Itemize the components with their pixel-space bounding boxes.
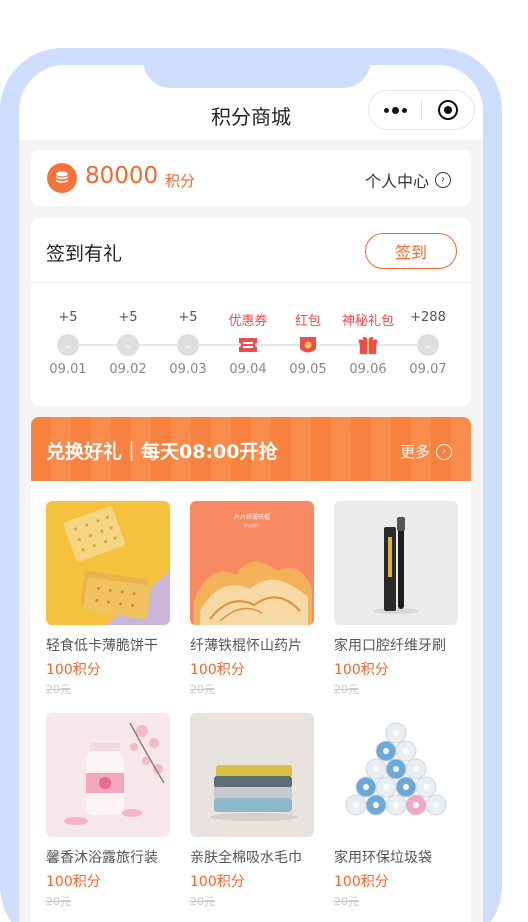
- chevron-down-icon: ⌄: [117, 334, 139, 356]
- chevron-right-circle-icon: ›: [436, 443, 452, 460]
- product-price: 100积分: [334, 662, 389, 678]
- product-name: 纤薄铁棍怀山药片: [190, 638, 302, 654]
- product-image-toothbrush: [334, 501, 458, 625]
- product-name: 家用口腔纤维牙刷: [334, 638, 446, 654]
- more-dots-icon[interactable]: [369, 106, 421, 114]
- points-unit: 积分: [165, 172, 196, 190]
- personal-center-label: 个人中心: [364, 172, 429, 191]
- day-reward: +288: [410, 310, 446, 325]
- personal-center-link[interactable]: 个人中心 ›: [365, 168, 451, 192]
- product-name: 馨香沐浴露旅行装: [46, 850, 158, 866]
- product-image-crackers: [46, 501, 170, 625]
- exchange-title: 兑换好礼｜每天08:00开抢: [46, 441, 278, 463]
- product-name: 亲肤全棉吸水毛巾: [190, 850, 302, 866]
- stage: 积分商城 80000 积分 个人中心 › 签到有礼 签到 +5 ⌄ 09.01 …: [0, 0, 528, 922]
- more-link[interactable]: 更多 ›: [400, 441, 452, 462]
- product-original-price: 20元: [334, 895, 359, 908]
- product-image-towels: [190, 713, 314, 837]
- product-card[interactable]: 家用环保垃圾袋 100积分 20元: [334, 713, 460, 909]
- more-label: 更多: [399, 443, 430, 461]
- product-card[interactable]: 馨香沐浴露旅行装 100积分 20元: [46, 713, 172, 909]
- product-image-shower-gel: [46, 713, 170, 837]
- points-balance: 80000: [85, 163, 159, 189]
- product-original-price: 20元: [334, 683, 359, 696]
- record-circle-icon[interactable]: [422, 100, 474, 120]
- points-card: 80000 积分 个人中心 ›: [31, 150, 471, 206]
- product-price: 100积分: [46, 662, 101, 678]
- product-name: 家用环保垃圾袋: [334, 850, 432, 866]
- product-name: 轻食低卡薄脆饼干: [46, 638, 158, 654]
- product-original-price: 20元: [46, 683, 71, 696]
- signin-card: 签到有礼 签到 +5 ⌄ 09.01 +5 ⌄ 09.02 +5 ⌄ 09.03…: [31, 218, 471, 406]
- product-card[interactable]: 亲肤全棉吸水毛巾 100积分 20元: [190, 713, 316, 909]
- pack-text: 片片纤薄铁棍: [234, 513, 270, 521]
- product-image-yam-chips: 片片纤薄铁棍 怀山药片: [190, 501, 314, 625]
- chevron-down-icon: ⌄: [57, 334, 79, 356]
- coin-stack-icon: [47, 163, 77, 193]
- chevron-down-icon: ⌄: [177, 334, 199, 356]
- product-card[interactable]: 家用口腔纤维牙刷 100积分 20元: [334, 501, 460, 697]
- signin-button[interactable]: 签到: [365, 233, 457, 269]
- product-original-price: 20元: [46, 895, 71, 908]
- phone-notch: [143, 48, 371, 88]
- mini-program-screen: 积分商城 80000 积分 个人中心 › 签到有礼 签到 +5 ⌄ 09.01 …: [19, 65, 483, 922]
- signin-title: 签到有礼: [46, 243, 123, 265]
- product-price: 100积分: [334, 874, 389, 890]
- coupon-icon: [237, 334, 259, 356]
- chevron-down-icon: ⌄: [417, 334, 439, 356]
- chevron-right-circle-icon: ›: [435, 172, 451, 188]
- gift-box-icon: [357, 334, 379, 356]
- product-price: 100积分: [190, 874, 245, 890]
- divider: [31, 282, 471, 283]
- pack-subtext: 怀山药片: [244, 522, 260, 528]
- exchange-banner: 兑换好礼｜每天08:00开抢 更多 ›: [31, 417, 471, 481]
- product-original-price: 20元: [190, 895, 215, 908]
- product-card[interactable]: 片片纤薄铁棍 怀山药片 纤薄铁棍怀山药片 100积分 20元: [190, 501, 316, 697]
- day-date: 09.07: [409, 362, 447, 377]
- product-image-garbage-bags: [334, 713, 458, 837]
- exchange-section: 兑换好礼｜每天08:00开抢 更多 › 轻食低卡薄脆饼干 100积分 20元 片…: [31, 417, 471, 922]
- product-price: 100积分: [46, 874, 101, 890]
- capsule-menu: [368, 90, 475, 130]
- signin-day: +288 ⌄ 09.07: [393, 310, 463, 377]
- product-card[interactable]: 轻食低卡薄脆饼干 100积分 20元: [46, 501, 172, 697]
- product-original-price: 20元: [190, 683, 215, 696]
- product-price: 100积分: [190, 662, 245, 678]
- red-packet-icon: [297, 334, 319, 356]
